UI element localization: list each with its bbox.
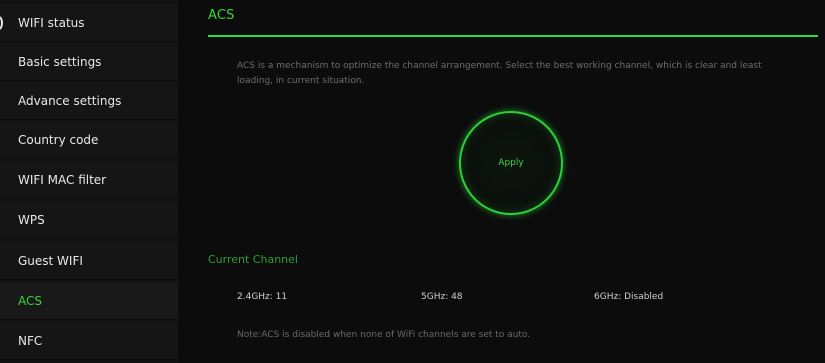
current-channel-heading: Current Channel xyxy=(208,253,298,266)
sidebar-item-wps[interactable]: WPS xyxy=(0,201,178,239)
sidebar-item-country-code[interactable]: Country code xyxy=(0,121,178,159)
main-content: ACS ACS is a mechanism to optimize the c… xyxy=(178,0,825,363)
sidebar-item-acs[interactable]: ACS xyxy=(0,282,178,320)
sidebar-item-label: Guest WIFI xyxy=(18,253,83,268)
sidebar-item-label: ACS xyxy=(18,293,42,308)
sidebar-item-nfc[interactable]: NFC xyxy=(0,322,178,360)
sidebar-item-advance-settings[interactable]: Advance settings xyxy=(0,82,178,120)
sidebar-item-label: WPS xyxy=(18,212,45,227)
channel-6ghz: 6GHz: Disabled xyxy=(594,292,664,302)
title-divider xyxy=(208,35,818,37)
sidebar-item-label: Advance settings xyxy=(18,93,122,108)
sidebar-item-label: NFC xyxy=(18,333,43,348)
sidebar-item-label: WIFI MAC filter xyxy=(18,172,107,187)
sidebar-nav: WIFI status Basic settings Advance setti… xyxy=(0,0,178,363)
page-title: ACS xyxy=(208,8,235,23)
sidebar-item-basic-settings[interactable]: Basic settings xyxy=(0,43,178,81)
channel-2-4ghz: 2.4GHz: 11 xyxy=(237,292,288,302)
channel-5ghz: 5GHz: 48 xyxy=(421,292,463,302)
edge-glyph-icon xyxy=(0,16,3,30)
apply-button-label: Apply xyxy=(498,158,524,168)
sidebar-item-wifi-status[interactable]: WIFI status xyxy=(0,4,178,42)
acs-description: ACS is a mechanism to optimize the chann… xyxy=(237,61,762,86)
sidebar-item-guest-wifi[interactable]: Guest WIFI xyxy=(0,242,178,280)
sidebar-item-label: Basic settings xyxy=(18,54,102,69)
acs-note: Note:ACS is disabled when none of WiFi c… xyxy=(237,330,531,340)
sidebar-item-wifi-mac-filter[interactable]: WIFI MAC filter xyxy=(0,161,178,199)
sidebar-item-label: Country code xyxy=(18,132,99,147)
apply-button[interactable]: Apply xyxy=(459,111,563,215)
sidebar-item-label: WIFI status xyxy=(18,15,85,30)
